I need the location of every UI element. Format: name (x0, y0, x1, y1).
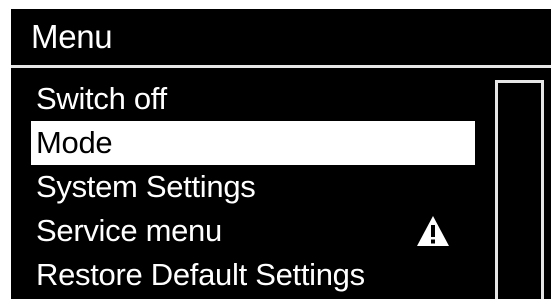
menu-title: Menu (31, 18, 113, 55)
menu-list: Switch off Mode System Settings Service … (31, 77, 475, 297)
menu-item-restore-default-settings[interactable]: Restore Default Settings (31, 253, 475, 297)
menu-item-mode[interactable]: Mode (31, 121, 475, 165)
menu-item-service-menu[interactable]: Service menu (31, 209, 475, 253)
menu-item-system-settings[interactable]: System Settings (31, 165, 475, 209)
menu-screen: Menu Switch off Mode System Settings Ser… (11, 9, 551, 299)
warning-triangle-icon (417, 216, 449, 246)
scrollbar[interactable] (495, 80, 544, 299)
title-divider (11, 65, 551, 68)
menu-item-label: Service menu (36, 213, 222, 248)
menu-item-switch-off[interactable]: Switch off (31, 77, 475, 121)
